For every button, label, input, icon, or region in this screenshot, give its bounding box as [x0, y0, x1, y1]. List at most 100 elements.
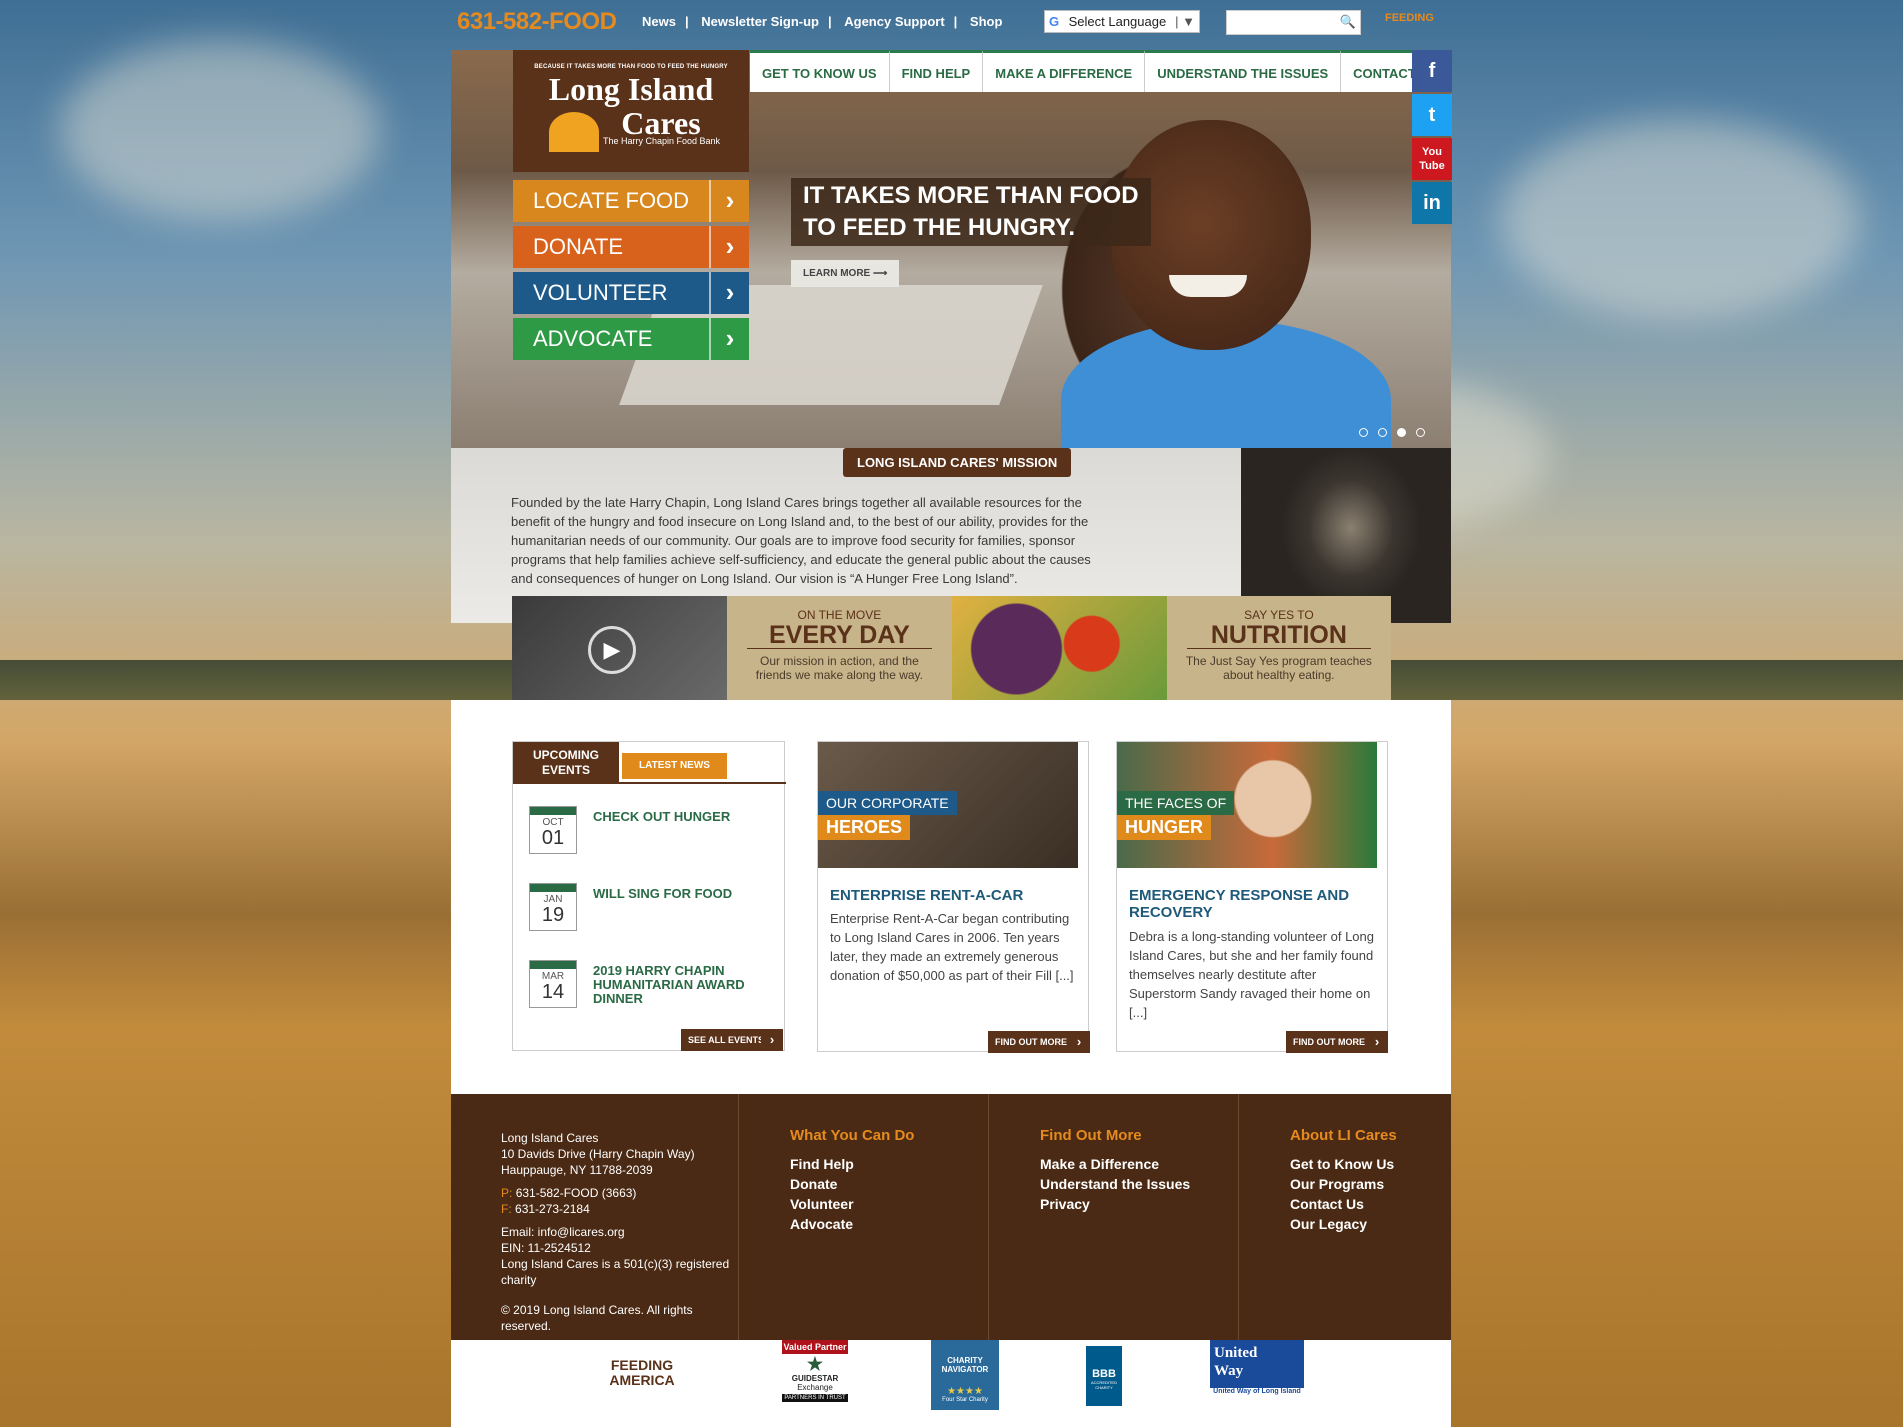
slider-dot[interactable] [1416, 428, 1425, 437]
promo-kicker: SAY YES TO [1244, 608, 1314, 622]
promo-strip: ▶ ON THE MOVE EVERY DAY Our mission in a… [512, 596, 1391, 702]
top-link-agency-support[interactable]: Agency Support [844, 14, 944, 29]
footer-link-privacy[interactable]: Privacy [1040, 1194, 1190, 1214]
card-title[interactable]: ENTERPRISE RENT-A-CAR [830, 887, 1080, 904]
chevron-right-icon: › [709, 180, 749, 222]
footer-divider [988, 1094, 989, 1340]
partner-logos: FEEDING AMERICA Valued Partner ★ GUIDEST… [451, 1340, 1451, 1427]
cloud [1500, 120, 1860, 320]
guidestar-logo[interactable]: Valued Partner ★ GUIDESTAR Exchange PART… [782, 1340, 848, 1402]
guidestar-top-label: Valued Partner [782, 1340, 848, 1354]
footer-address-line1: 10 Davids Drive (Harry Chapin Way) [501, 1147, 695, 1161]
footer-links: Make a Difference Understand the Issues … [1040, 1154, 1190, 1214]
charity-navigator-logo[interactable]: CHARITY NAVIGATOR ★★★★ Four Star Charity [931, 1340, 999, 1410]
linkedin-icon[interactable]: in [1412, 182, 1452, 224]
facebook-icon[interactable]: f [1412, 50, 1452, 92]
chevron-right-icon[interactable]: › [761, 1029, 783, 1051]
card-body: Debra is a long-standing volunteer of Lo… [1129, 929, 1374, 1020]
nav-make-a-difference[interactable]: MAKE A DIFFERENCE [983, 50, 1146, 92]
promo-nutrition[interactable]: SAY YES TO NUTRITION The Just Say Yes pr… [1166, 596, 1391, 702]
slider-dot[interactable] [1359, 428, 1368, 437]
language-select[interactable]: G Select Language | ▼ [1044, 10, 1200, 33]
event-title[interactable]: CHECK OUT HUNGER [593, 810, 783, 824]
hero-slider: BECAUSE IT TAKES MORE THAN FOOD TO FEED … [451, 50, 1451, 455]
twitter-icon[interactable]: t [1412, 94, 1452, 136]
footer-link-get-to-know-us[interactable]: Get to Know Us [1290, 1154, 1397, 1174]
tab-upcoming-events[interactable]: UPCOMING EVENTS [513, 742, 619, 784]
cta-label: ADVOCATE [533, 326, 653, 351]
tab-latest-news[interactable]: LATEST NEWS [622, 753, 727, 779]
bbb-logo[interactable]: BBB ACCREDITED CHARITY [1086, 1346, 1122, 1406]
content-area: UPCOMING EVENTS LATEST NEWS OCT 01 CHECK… [451, 700, 1451, 1100]
chevron-right-icon: › [709, 272, 749, 314]
nav-understand-the-issues[interactable]: UNDERSTAND THE ISSUES [1145, 50, 1342, 92]
calendar-icon: OCT 01 [529, 806, 577, 854]
event-day: 01 [541, 827, 565, 849]
top-link-shop[interactable]: Shop [970, 14, 1003, 29]
see-all-events-button[interactable]: SEE ALL EVENTS [681, 1029, 772, 1051]
slider-dot[interactable] [1378, 428, 1387, 437]
event-title[interactable]: WILL SING FOR FOOD [593, 887, 783, 901]
play-icon[interactable]: ▶ [588, 626, 636, 674]
mission-title: LONG ISLAND CARES' MISSION [843, 448, 1072, 477]
footer-link-our-programs[interactable]: Our Programs [1290, 1174, 1397, 1194]
language-select-label: Select Language [1068, 14, 1167, 29]
site-logo[interactable]: BECAUSE IT TAKES MORE THAN FOOD TO FEED … [513, 50, 749, 172]
footer-link-advocate[interactable]: Advocate [790, 1214, 914, 1234]
footer-link-understand-the-issues[interactable]: Understand the Issues [1040, 1174, 1190, 1194]
calendar-icon: MAR 14 [529, 960, 577, 1008]
separator: | [684, 14, 689, 29]
footer-link-donate[interactable]: Donate [790, 1174, 914, 1194]
footer-phone-row: P: 631-582-FOOD (3663) [501, 1185, 741, 1201]
cta-advocate[interactable]: ADVOCATE › [513, 318, 749, 360]
footer-link-find-help[interactable]: Find Help [790, 1154, 914, 1174]
footer-link-our-legacy[interactable]: Our Legacy [1290, 1214, 1397, 1234]
find-out-more-button[interactable]: FIND OUT MORE [1286, 1031, 1372, 1053]
nav-find-help[interactable]: FIND HELP [889, 50, 984, 92]
footer-link-volunteer[interactable]: Volunteer [790, 1194, 914, 1214]
card-label-strong: HEROES [818, 815, 911, 840]
cta-donate[interactable]: DONATE › [513, 226, 749, 268]
card-title[interactable]: EMERGENCY RESPONSE AND RECOVERY [1129, 887, 1379, 921]
united-way-sub: United Way of Long Island [1213, 1388, 1301, 1395]
feeding-america-logo[interactable]: FEEDING AMERICA [597, 1358, 687, 1388]
chevron-right-icon[interactable]: › [1068, 1031, 1090, 1053]
hotline-phone[interactable]: 631-582-FOOD [457, 8, 617, 36]
promo-every-day[interactable]: ON THE MOVE EVERY DAY Our mission in act… [727, 596, 952, 702]
video-thumbnail[interactable]: ▶ [512, 596, 728, 702]
slider-dot-active[interactable] [1397, 428, 1406, 437]
footer-email[interactable]: Email: info@licares.org [501, 1224, 741, 1240]
event-title[interactable]: 2019 HARRY CHAPIN HUMANITARIAN AWARD DIN… [593, 964, 783, 1006]
youtube-icon[interactable]: You Tube [1412, 138, 1452, 180]
top-link-news[interactable]: News [642, 14, 676, 29]
footer-link-contact-us[interactable]: Contact Us [1290, 1194, 1397, 1214]
fax-label: F: [501, 1202, 512, 1216]
logo-subtitle: The Harry Chapin Food Bank [603, 136, 721, 146]
footer-heading: What You Can Do [790, 1127, 915, 1144]
search-icon[interactable]: 🔍 [1340, 14, 1356, 30]
footer-phone[interactable]: 631-582-FOOD (3663) [516, 1186, 637, 1200]
bbb-sub: ACCREDITED CHARITY [1090, 1380, 1117, 1390]
nav-get-to-know-us[interactable]: GET TO KNOW US [750, 50, 890, 92]
united-way-logo[interactable]: United Way United Way of Long Island [1210, 1340, 1304, 1395]
separator: | [953, 14, 958, 29]
chevron-right-icon[interactable]: › [1366, 1031, 1388, 1053]
card-label: OUR CORPORATE [818, 791, 957, 815]
find-out-more-button[interactable]: FIND OUT MORE [988, 1031, 1074, 1053]
learn-more-button[interactable]: LEARN MORE ⟶ [791, 260, 900, 287]
footer-link-make-a-difference[interactable]: Make a Difference [1040, 1154, 1190, 1174]
charity-navigator-text: CHARITY NAVIGATOR [941, 1356, 989, 1374]
cta-volunteer[interactable]: VOLUNTEER › [513, 272, 749, 314]
cta-locate-food[interactable]: LOCATE FOOD › [513, 180, 749, 222]
bbb-text: BBB [1092, 1368, 1116, 1380]
feeding-america-mini-logo[interactable]: FEEDING [1385, 12, 1434, 24]
search-input[interactable]: 🔍 [1226, 10, 1361, 35]
promo-kicker: ON THE MOVE [797, 608, 882, 622]
event-day: 14 [541, 981, 565, 1003]
guidestar-sub: Exchange [797, 1383, 833, 1392]
top-link-newsletter[interactable]: Newsletter Sign-up [701, 14, 819, 29]
vegetables-image[interactable] [951, 596, 1167, 702]
guidestar-bottom-label: PARTNERS IN TRUST [782, 1394, 848, 1402]
page-container: 631-582-FOOD News | Newsletter Sign-up | A… [451, 0, 1452, 1427]
footer-col-what-you-can-do: What You Can Do Find Help Donate Volunte… [790, 1127, 914, 1234]
